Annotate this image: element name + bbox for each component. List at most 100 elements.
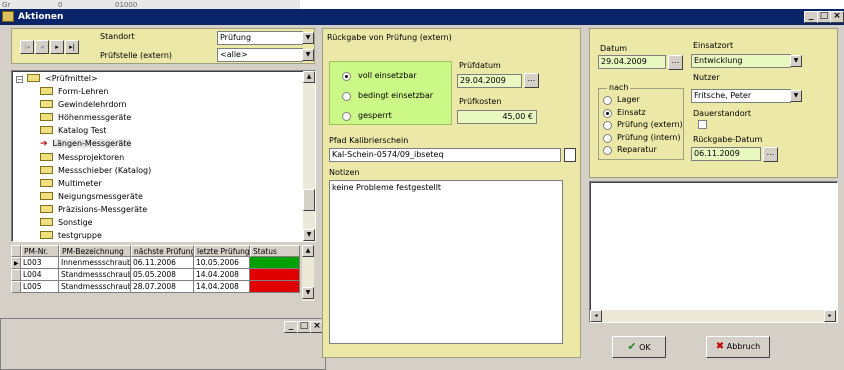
table-cell: 14.04.2008 (194, 269, 250, 281)
cancel-x-icon: ✖ (715, 341, 725, 352)
tree-item[interactable]: Präzisions-Messgeräte (40, 203, 147, 216)
nach-radio[interactable] (603, 108, 612, 118)
folder-icon (40, 204, 53, 213)
table-cell: 28.07.2008 (131, 281, 194, 293)
window-title: Aktionen (18, 12, 64, 22)
tree-item[interactable]: Form-Lehren (40, 85, 108, 98)
tree-item-label: Multimeter (58, 178, 102, 188)
tree-item[interactable]: Multimeter (40, 177, 102, 190)
row-indicator (11, 269, 21, 281)
table-header[interactable]: PM-Nr. (21, 245, 59, 257)
nutzer-dropdown-icon[interactable]: ▼ (790, 90, 802, 102)
nach-radio-label: Reparatur (617, 145, 657, 154)
table-cell: Standmessschraube (59, 281, 131, 293)
pruefkosten-field[interactable]: 45,00 € (457, 110, 537, 124)
tree-item[interactable]: Sonstige (40, 216, 93, 229)
pruefdatum-field[interactable]: 29.04.2009 (457, 74, 522, 88)
tree-view[interactable]: − <Prüfmittel> Form-Lehren Gewindelehrdorn… (11, 70, 316, 242)
pfad-field[interactable]: Kal-Schein-0574/09_ibseteq (329, 148, 561, 162)
last-record-icon[interactable]: ▸| (65, 40, 79, 54)
nach-radio[interactable] (603, 146, 612, 155)
table-cell: L004 (21, 269, 59, 281)
grid-scroll-up-icon[interactable]: ▲ (302, 245, 314, 257)
ok-button[interactable]: ✔ OK (612, 336, 666, 358)
table-header[interactable]: Status (250, 245, 300, 257)
status-cell (250, 269, 300, 281)
first-record-icon[interactable]: |◂ (20, 40, 34, 54)
tree-item-label: testgruppe (58, 231, 102, 241)
notizen-textarea[interactable]: keine Probleme festgestellt (329, 180, 563, 344)
tree-item[interactable]: Gewindelehrdorn (40, 98, 127, 111)
rueckgabe-title: Rückgabe von Prüfung (extern) (327, 33, 452, 42)
prev-record-icon[interactable]: ◂ (35, 40, 49, 54)
tree-item[interactable]: Messprojektoren (40, 151, 124, 164)
standort-label: Standort (100, 32, 135, 41)
sub-window-titlebar (1, 319, 327, 336)
tree-item-label: Sonstige (58, 218, 93, 227)
table-header[interactable]: letzte Prüfung (194, 245, 250, 257)
radio-bedingt[interactable] (342, 92, 351, 101)
h-scroll-right-icon[interactable]: ▸ (824, 310, 836, 322)
grid-scroll-down-icon[interactable]: ▼ (302, 287, 314, 299)
tree-item[interactable]: Neigungsmessgeräte (40, 190, 143, 203)
radio-voll[interactable] (342, 72, 351, 81)
tree-item[interactable]: Höhenmessgeräte (40, 111, 131, 124)
table-header[interactable]: nächste Prüfung (131, 245, 194, 257)
tree-item-label: Höhenmessgeräte (58, 113, 132, 123)
tree-root[interactable]: − <Prüfmittel> (16, 72, 98, 85)
folder-icon (40, 218, 53, 226)
minimize-button[interactable]: _ (804, 11, 818, 23)
radio-gesperrt[interactable] (342, 112, 351, 121)
nach-group: nach Lager Einsatz Prüfung (extern) Prüfung… (598, 83, 684, 160)
pfad-label: Pfad Kalibrierschein (329, 136, 409, 145)
nach-radio[interactable] (603, 96, 612, 105)
sub-maximize-button[interactable]: □ (297, 321, 311, 333)
nach-radio[interactable] (603, 121, 612, 130)
tree-scrollbar[interactable]: ▲ ▼ (303, 71, 315, 241)
rueckgabe-datum-field[interactable]: 06.11.2009 (691, 147, 761, 161)
maximize-button[interactable]: □ (817, 11, 831, 23)
folder-icon (40, 126, 53, 135)
standort-dropdown-icon[interactable]: ▼ (302, 32, 314, 44)
datum-picker-button[interactable]: ... (668, 55, 683, 70)
browse-file-icon[interactable] (564, 148, 576, 162)
h-scroll-left-icon[interactable]: ◂ (590, 310, 602, 322)
tree-item[interactable]: Messschieber (Katalog) (40, 164, 151, 177)
scroll-up-icon[interactable]: ▲ (303, 71, 315, 83)
tree-item-label: Messschieber (Katalog) (58, 165, 152, 175)
ok-label: OK (639, 343, 651, 352)
row-indicator: ▶ (11, 257, 21, 269)
tree-item[interactable]: testgruppe (40, 229, 102, 241)
close-button[interactable]: × (830, 11, 844, 23)
scroll-thumb[interactable] (303, 189, 315, 211)
grid-scrollbar[interactable]: ▲ ▼ (302, 245, 314, 301)
pruefdatum-picker-button[interactable]: ... (524, 73, 539, 88)
abbruch-button[interactable]: ✖ Abbruch (706, 336, 770, 358)
radio-gesperrt-label: gesperrt (358, 111, 392, 120)
nach-radio[interactable] (603, 133, 612, 143)
pruefstelle-select[interactable]: <alle> (217, 48, 303, 62)
pruefstelle-dropdown-icon[interactable]: ▼ (302, 49, 314, 61)
dauerstandort-checkbox[interactable] (698, 120, 707, 129)
folder-icon (40, 87, 53, 95)
tree-item[interactable]: Katalog Test (40, 124, 107, 137)
rueckgabe-picker-button[interactable]: ... (763, 147, 778, 162)
row-indicator-header (11, 245, 21, 257)
datum-label: Datum (600, 44, 628, 53)
standort-select[interactable]: Prüfung (217, 31, 303, 45)
einsatzort-select[interactable]: Entwicklung (691, 54, 791, 68)
tree-item-label: Gewindelehrdorn (58, 100, 127, 110)
info-hscrollbar[interactable]: ◂ ▸ (590, 310, 837, 322)
arrow-right-icon: ➔ (40, 139, 48, 150)
datum-field[interactable]: 29.04.2009 (598, 55, 666, 69)
scroll-down-icon[interactable]: ▼ (303, 229, 315, 241)
next-record-icon[interactable]: ▸ (50, 40, 64, 54)
sub-minimize-button[interactable]: _ (284, 321, 298, 333)
einsatzort-dropdown-icon[interactable]: ▼ (790, 55, 802, 67)
tree-item[interactable]: ➔ Längen-Messgeräte (40, 137, 132, 150)
nutzer-label: Nutzer (693, 73, 720, 82)
nutzer-select[interactable]: Fritsche, Peter (691, 89, 791, 103)
dauerstandort-label: Dauerstandort (693, 109, 752, 118)
info-area: ◂ ▸ (589, 181, 838, 323)
table-header[interactable]: PM-Bezeichnung (59, 245, 131, 257)
